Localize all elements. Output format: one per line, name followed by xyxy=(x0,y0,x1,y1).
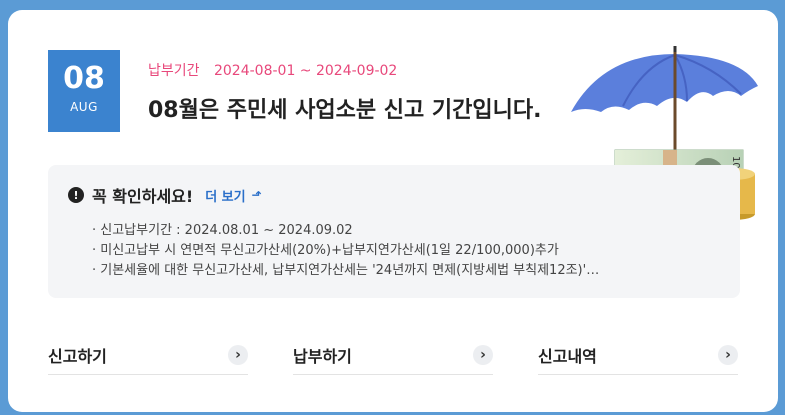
chevron-right-icon[interactable]: › xyxy=(228,344,248,365)
page-title: 08월은 주민세 사업소분 신고 기간입니다. xyxy=(148,98,542,123)
notice-list: 신고납부기간 : 2024.08.01 ~ 2024.09.02 미신고납부 시… xyxy=(92,221,599,281)
main-card: 08 AUG 납부기간 2024-08-01 ~ 2024-09-02 08월은… xyxy=(8,10,778,412)
chevron-right-icon[interactable]: › xyxy=(473,344,493,365)
alert-icon: ! xyxy=(68,187,84,203)
list-item: 신고납부기간 : 2024.08.01 ~ 2024.09.02 xyxy=(92,221,599,241)
menu-history[interactable]: 신고내역 › xyxy=(538,335,738,375)
badge-day: 08 xyxy=(63,61,105,96)
chevron-right-icon[interactable]: › xyxy=(718,344,738,365)
list-item: 기본세율에 대한 무신고가산세, 납부지연가산세는 '24년까지 면제(지방세법… xyxy=(92,261,599,281)
menu-report-label: 신고하기 xyxy=(48,346,107,366)
notice-title: 꼭 확인하세요! xyxy=(92,187,194,206)
menu-report[interactable]: 신고하기 › xyxy=(48,335,248,375)
payment-period: 납부기간 2024-08-01 ~ 2024-09-02 xyxy=(148,60,397,80)
notice-header: ! 꼭 확인하세요! 더 보기 ⬏ xyxy=(68,183,262,207)
menu-history-label: 신고내역 xyxy=(538,346,597,366)
menu-payment-label: 납부하기 xyxy=(293,346,352,366)
period-label: 납부기간 xyxy=(148,63,200,79)
notice-box: ! 꼭 확인하세요! 더 보기 ⬏ 신고납부기간 : 2024.08.01 ~ … xyxy=(48,165,740,298)
menu-payment[interactable]: 납부하기 › xyxy=(293,335,493,375)
more-link-label: 더 보기 xyxy=(205,189,246,205)
arrow-icon: ⬏ xyxy=(251,188,262,202)
more-link[interactable]: 더 보기 ⬏ xyxy=(205,186,261,205)
badge-month: AUG xyxy=(70,100,98,114)
list-item: 미신고납부 시 연면적 무신고가산세(20%)+납부지연가산세(1일 22/10… xyxy=(92,241,599,261)
date-badge: 08 AUG xyxy=(48,50,120,132)
period-range: 2024-08-01 ~ 2024-09-02 xyxy=(213,63,398,79)
